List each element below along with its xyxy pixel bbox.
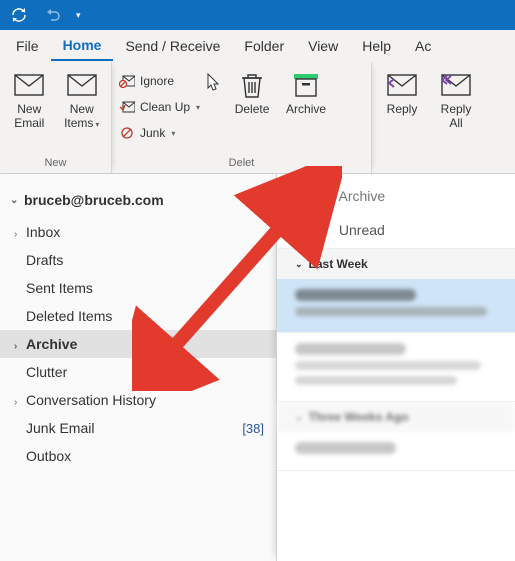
filter-tab-unread[interactable]: Unread <box>337 216 387 248</box>
delete-label: Delete <box>235 102 270 116</box>
trash-icon <box>236 72 268 98</box>
folder-label: Conversation History <box>26 392 156 408</box>
cursor-icon <box>206 72 222 97</box>
folder-label: Archive <box>26 336 77 352</box>
account-header[interactable]: ⌄ bruceb@bruceb.com <box>0 188 276 218</box>
menu-account-partial[interactable]: Ac <box>403 32 443 60</box>
new-items-button[interactable]: New Items▾ <box>59 68 106 131</box>
archive-button[interactable]: Archive <box>282 68 330 116</box>
folder-conversation-history[interactable]: ›Conversation History <box>0 386 276 414</box>
folder-label: Sent Items <box>26 280 93 296</box>
new-email-label: New Email <box>14 102 44 131</box>
chevron-right-icon: › <box>14 229 24 240</box>
date-group-header[interactable]: ⌄ Last Week <box>277 249 515 279</box>
junk-icon <box>118 124 136 142</box>
envelope-icon <box>13 72 45 98</box>
folder-archive[interactable]: ›Archive <box>0 330 276 358</box>
group-label-respond <box>372 157 515 173</box>
archive-label: Archive <box>286 102 326 116</box>
search-input[interactable] <box>291 188 501 204</box>
chevron-down-icon: ⌄ <box>295 259 303 270</box>
folder-outbox[interactable]: Outbox <box>0 442 276 470</box>
menu-send-receive[interactable]: Send / Receive <box>113 32 232 60</box>
ignore-label: Ignore <box>140 74 174 88</box>
envelope-icon <box>66 72 98 98</box>
folder-junk-email[interactable]: Junk Email [38] <box>0 414 276 442</box>
folder-pane: ⌄ bruceb@bruceb.com ›Inbox Drafts Sent I… <box>0 174 276 561</box>
reply-all-icon <box>440 72 472 98</box>
cleanup-label: Clean Up <box>140 100 190 114</box>
reply-all-button[interactable]: Reply All <box>432 68 480 131</box>
ignore-icon <box>118 72 136 90</box>
folder-label: Clutter <box>26 364 67 380</box>
folder-label: Inbox <box>26 224 60 240</box>
new-email-button[interactable]: New Email <box>6 68 53 131</box>
refresh-icon[interactable] <box>8 4 30 26</box>
delete-button[interactable]: Delete <box>228 68 276 116</box>
reply-icon <box>386 72 418 98</box>
chevron-right-icon: › <box>14 341 24 352</box>
chevron-down-icon: ⌄ <box>10 195 20 206</box>
folder-inbox[interactable]: ›Inbox <box>0 218 276 246</box>
folder-label: Outbox <box>26 448 71 464</box>
reply-all-label: Reply All <box>441 102 472 131</box>
date-group-label: Three Weeks Ago <box>309 410 409 424</box>
content-area: ⌄ bruceb@bruceb.com ›Inbox Drafts Sent I… <box>0 174 515 561</box>
cleanup-icon <box>118 98 136 116</box>
menu-help[interactable]: Help <box>350 32 403 60</box>
new-items-label: New Items▾ <box>64 102 99 131</box>
reply-label: Reply <box>387 102 418 116</box>
ribbon: New Email New Items▾ New Ignore Clean Up… <box>0 62 515 174</box>
date-group-label: Last Week <box>309 257 368 271</box>
filter-tabs: All Unread <box>277 216 515 249</box>
archive-icon <box>290 72 322 98</box>
message-item[interactable] <box>277 432 515 471</box>
folder-clutter[interactable]: Clutter <box>0 358 276 386</box>
menu-home[interactable]: Home <box>51 31 114 61</box>
cleanup-button[interactable]: Clean Up▾ <box>118 96 200 118</box>
folder-label: Deleted Items <box>26 308 112 324</box>
undo-icon[interactable] <box>42 4 64 26</box>
chevron-right-icon: › <box>14 397 24 408</box>
qat-dropdown-icon[interactable]: ▾ <box>76 10 81 21</box>
menu-folder[interactable]: Folder <box>232 32 296 60</box>
message-list-pane: All Unread ⌄ Last Week ⌄ Three Weeks Ago <box>276 174 515 561</box>
filter-tab-all[interactable]: All <box>297 216 319 248</box>
message-item[interactable] <box>277 333 515 402</box>
folder-label: Drafts <box>26 252 63 268</box>
junk-count: [38] <box>242 421 264 436</box>
search-box[interactable] <box>277 174 515 216</box>
quick-access-toolbar: ▾ <box>0 0 515 30</box>
date-group-header[interactable]: ⌄ Three Weeks Ago <box>277 402 515 432</box>
folder-sent-items[interactable]: Sent Items <box>0 274 276 302</box>
folder-label: Junk Email <box>26 420 94 436</box>
folder-drafts[interactable]: Drafts <box>0 246 276 274</box>
chevron-down-icon: ⌄ <box>295 412 303 423</box>
account-label: bruceb@bruceb.com <box>24 192 164 208</box>
folder-deleted-items[interactable]: Deleted Items <box>0 302 276 330</box>
group-label-new: New <box>0 157 111 173</box>
junk-button[interactable]: Junk▾ <box>118 122 200 144</box>
ignore-button[interactable]: Ignore <box>118 70 200 92</box>
menu-view[interactable]: View <box>296 32 350 60</box>
group-label-delete: Delet <box>112 157 371 173</box>
junk-label: Junk <box>140 126 165 140</box>
menu-file[interactable]: File <box>4 32 51 60</box>
message-item[interactable] <box>277 279 515 333</box>
menu-strip: File Home Send / Receive Folder View Hel… <box>0 30 515 62</box>
reply-button[interactable]: Reply <box>378 68 426 116</box>
